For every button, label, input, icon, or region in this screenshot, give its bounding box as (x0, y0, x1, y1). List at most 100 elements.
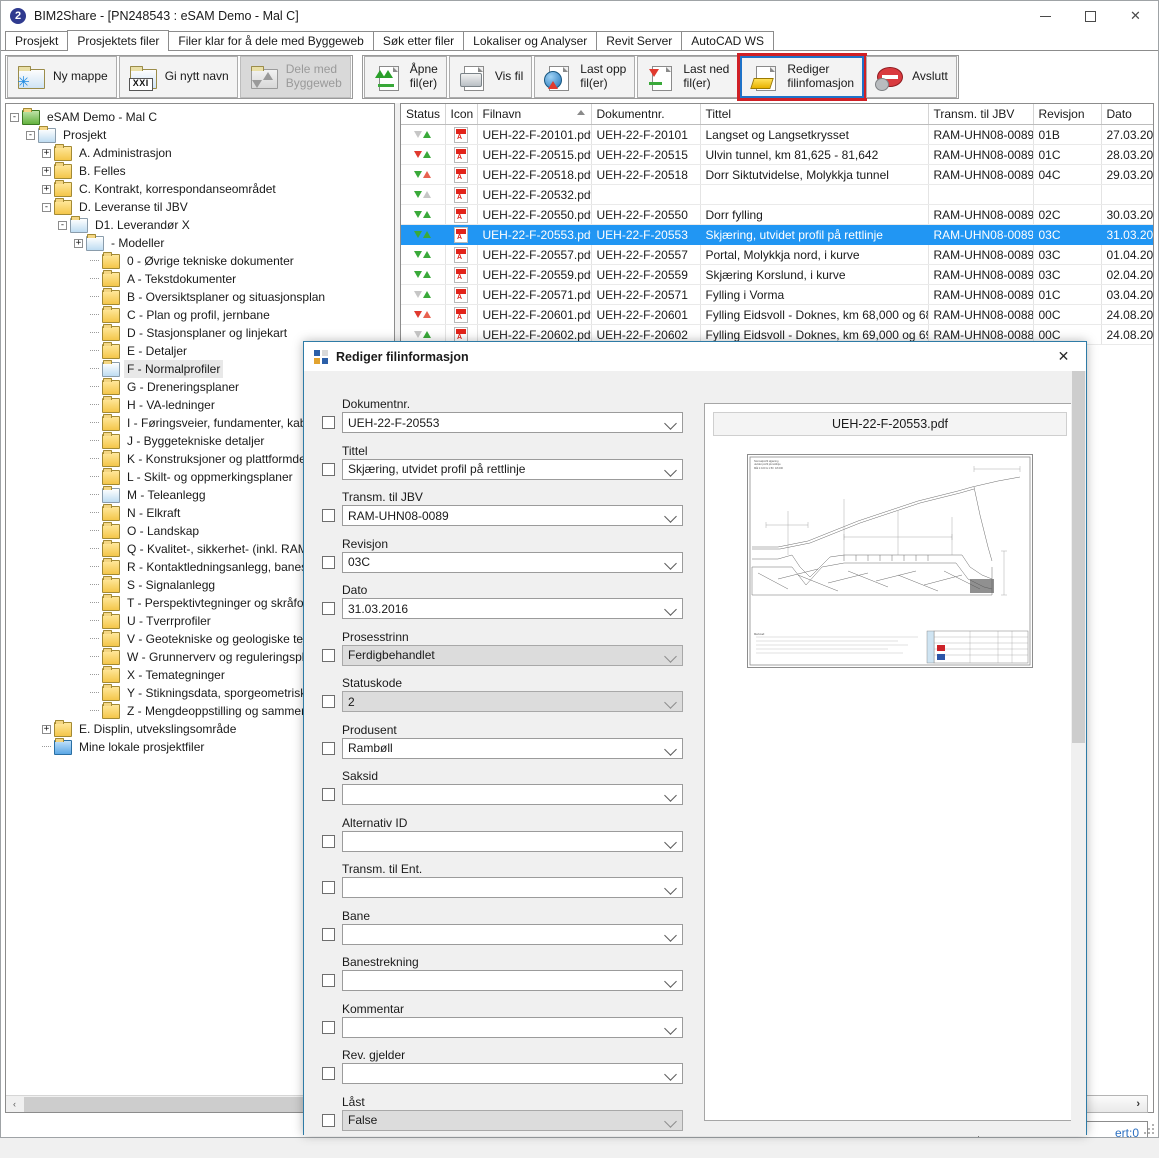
field-checkbox[interactable] (322, 462, 335, 476)
tree-node[interactable]: + B. Felles (10, 161, 394, 180)
table-row[interactable]: UEH-22-F-20518.pdfUEH-22-F-20518Dorr Sik… (401, 164, 1153, 185)
chevron-down-icon[interactable] (664, 789, 677, 802)
tree-node[interactable]: C - Plan og profil, jernbane (10, 305, 394, 324)
scrollbar-thumb[interactable] (1072, 371, 1085, 743)
field-checkbox[interactable] (322, 881, 335, 894)
tab-lokaliser-og-analyser[interactable]: Lokaliser og Analyser (463, 31, 598, 50)
field-checkbox[interactable] (322, 927, 335, 941)
chevron-down-icon[interactable] (664, 603, 677, 616)
open-file-button[interactable]: Åpne fil(er) (363, 56, 447, 98)
field-combobox[interactable] (342, 830, 683, 852)
grid-column-header-transm-til-jbv[interactable]: Transm. til JBV (928, 104, 1034, 125)
grid-column-header-icon[interactable]: Icon (445, 104, 478, 125)
field-checkbox[interactable] (322, 602, 335, 615)
chevron-down-icon[interactable] (664, 1068, 677, 1081)
maximize-icon[interactable] (1068, 1, 1113, 31)
field-checkbox[interactable] (322, 834, 335, 848)
close-icon[interactable]: ✕ (1113, 1, 1158, 31)
grid-column-header-dokumentnr[interactable]: Dokumentnr. (591, 104, 701, 125)
table-row[interactable]: UEH-22-F-20550.pdfUEH-22-F-20550Dorr fyl… (401, 204, 1153, 225)
chevron-down-icon[interactable] (664, 1114, 677, 1128)
collapse-icon[interactable]: - (42, 202, 51, 212)
field-checkbox[interactable] (322, 974, 335, 987)
view-file-button[interactable]: Vis fil (448, 56, 533, 98)
chevron-down-icon[interactable] (664, 975, 677, 988)
chevron-down-icon[interactable] (664, 696, 677, 709)
expand-icon[interactable]: + (42, 148, 51, 158)
grid-column-header-status[interactable]: Status (401, 104, 446, 125)
collapse-icon[interactable]: - (58, 220, 67, 230)
edit-fileinfo-button[interactable]: Rediger filinfomasjon (737, 53, 868, 101)
table-row[interactable]: UEH-22-F-20559.pdfUEH-22-F-20559Skjæring… (401, 264, 1153, 285)
field-combobox[interactable] (342, 970, 683, 991)
upload-file-button[interactable]: Last opp fil(er) (534, 56, 636, 98)
tree-node[interactable]: B - Oversiktsplaner og situasjonsplan (10, 287, 394, 306)
tree-node[interactable]: 0 - Øvrige tekniske dokumenter (10, 251, 394, 270)
collapse-icon[interactable]: - (26, 130, 35, 140)
field-combobox[interactable] (342, 877, 683, 898)
field-checkbox[interactable] (322, 1113, 335, 1127)
tree-node[interactable]: + - Modeller (10, 233, 394, 252)
grid-column-header-dato[interactable]: Dato (1101, 104, 1153, 125)
collapse-icon[interactable]: - (10, 112, 19, 122)
tree-node[interactable]: - eSAM Demo - Mal C (10, 107, 394, 126)
field-combobox[interactable] (342, 1016, 683, 1038)
field-combobox[interactable]: RAM-UHN08-0089 (342, 505, 683, 526)
tree-node[interactable]: - Prosjekt (10, 125, 394, 144)
expand-icon[interactable]: + (42, 724, 51, 734)
dialog-vertical-scrollbar[interactable] (1071, 371, 1086, 1136)
table-row[interactable]: UEH-22-F-20571.pdfUEH-22-F-20571Fylling … (401, 284, 1153, 305)
field-checkbox[interactable] (322, 555, 335, 569)
chevron-down-icon[interactable] (664, 463, 677, 477)
chevron-down-icon[interactable] (664, 556, 677, 570)
field-checkbox[interactable] (322, 741, 335, 755)
field-checkbox[interactable] (322, 648, 335, 662)
table-row[interactable]: UEH-22-F-20532.pdf (401, 184, 1153, 205)
expand-icon[interactable]: + (42, 166, 51, 176)
chevron-down-icon[interactable] (664, 835, 677, 849)
field-combobox[interactable] (342, 1063, 683, 1084)
close-icon[interactable]: ✕ (1041, 342, 1086, 371)
field-checkbox[interactable] (322, 416, 335, 429)
field-combobox[interactable]: Rambøll (342, 737, 683, 759)
scroll-left-icon[interactable]: ‹ (6, 1096, 23, 1113)
expand-icon[interactable]: + (74, 238, 83, 248)
grid-column-header-filnavn[interactable]: Filnavn (477, 104, 592, 125)
field-checkbox[interactable] (322, 509, 335, 522)
tab-prosjektets-filer[interactable]: Prosjektets filer (67, 30, 170, 51)
tree-node[interactable]: + A. Administrasjon (10, 143, 394, 162)
tree-node[interactable]: A - Tekstdokumenter (10, 269, 394, 288)
field-checkbox[interactable] (322, 695, 335, 708)
field-combobox[interactable]: Skjæring, utvidet profil på rettlinje (342, 458, 683, 480)
rename-button[interactable]: XXI Gi nytt navn (118, 56, 238, 98)
field-combobox[interactable]: 03C (342, 551, 683, 573)
field-combobox[interactable] (342, 784, 683, 805)
new-folder-button[interactable]: ✳ Ny mappe (7, 56, 117, 98)
field-combobox[interactable]: UEH-22-F-20553 (342, 412, 683, 433)
field-combobox[interactable] (342, 923, 683, 945)
chevron-down-icon[interactable] (664, 649, 677, 663)
field-combobox[interactable]: 31.03.2016 (342, 598, 683, 619)
chevron-down-icon[interactable] (664, 1021, 677, 1035)
expand-icon[interactable]: + (42, 184, 51, 194)
download-file-button[interactable]: Last ned fil(er) (637, 56, 739, 98)
chevron-down-icon[interactable] (664, 882, 677, 895)
tab-autocad-ws[interactable]: AutoCAD WS (681, 31, 774, 50)
chevron-down-icon[interactable] (664, 417, 677, 430)
field-checkbox[interactable] (322, 788, 335, 801)
tab-prosjekt[interactable]: Prosjekt (5, 31, 69, 50)
resize-grip[interactable] (1140, 1120, 1154, 1134)
grid-column-header-revisjon[interactable]: Revisjon (1033, 104, 1102, 125)
table-row[interactable]: UEH-22-F-20515.pdfUEH-22-F-20515Ulvin tu… (401, 144, 1153, 165)
tab-s-k-etter-filer[interactable]: Søk etter filer (372, 31, 465, 50)
tab-revit-server[interactable]: Revit Server (596, 31, 683, 50)
tree-node[interactable]: D - Stasjonsplaner og linjekart (10, 323, 394, 342)
table-row[interactable]: UEH-22-F-20557.pdfUEH-22-F-20557Portal, … (401, 244, 1153, 265)
chevron-down-icon[interactable] (664, 510, 677, 523)
tree-node[interactable]: - D1. Leverandør X (10, 215, 394, 234)
grid-column-header-tittel[interactable]: Tittel (700, 104, 929, 125)
table-row[interactable]: UEH-22-F-20553.pdfUEH-22-F-20553Skjæring… (401, 224, 1153, 245)
chevron-down-icon[interactable] (664, 742, 677, 756)
tree-node[interactable]: + C. Kontrakt, korrespondanseområdet (10, 179, 394, 198)
tab-filer-klar-for-dele-med-byggeweb[interactable]: Filer klar for å dele med Byggeweb (168, 31, 374, 50)
